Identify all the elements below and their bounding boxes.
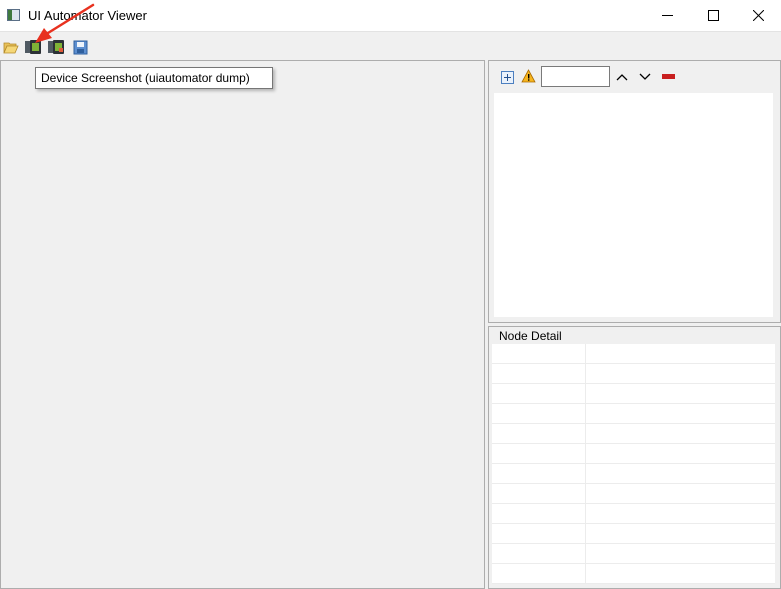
node-detail-key-cell [492, 444, 586, 463]
node-detail-row[interactable] [492, 424, 775, 444]
node-detail-key-cell [492, 424, 586, 443]
node-detail-row[interactable] [492, 524, 775, 544]
minimize-icon [661, 14, 673, 16]
app-icon [7, 9, 20, 21]
annotation-arrow [35, 3, 95, 43]
node-detail-key-cell [492, 484, 586, 503]
node-detail-key-cell [492, 404, 586, 423]
node-detail-table[interactable] [492, 344, 775, 584]
expand-all-icon [500, 70, 514, 84]
node-detail-value-cell [586, 464, 775, 483]
maximize-icon [707, 9, 719, 21]
clear-search-button[interactable] [659, 68, 677, 86]
open-button[interactable] [2, 38, 20, 56]
node-detail-value-cell [586, 544, 775, 563]
node-detail-key-cell [492, 524, 586, 543]
minimize-button[interactable] [644, 0, 690, 30]
node-detail-title: Node Detail [499, 329, 562, 343]
node-detail-row[interactable] [492, 384, 775, 404]
node-detail-key-cell [492, 464, 586, 483]
hierarchy-tree[interactable] [494, 93, 773, 317]
warning-icon [520, 69, 536, 83]
node-detail-value-cell [586, 384, 775, 403]
next-result-button[interactable] [636, 68, 654, 86]
node-detail-row[interactable] [492, 484, 775, 504]
search-input[interactable] [541, 66, 610, 87]
screenshot-panel[interactable] [0, 60, 485, 589]
chevron-down-icon [639, 73, 651, 80]
node-detail-key-cell [492, 344, 586, 363]
title-bar: UI Automator Viewer [0, 0, 781, 32]
tooltip: Device Screenshot (uiautomator dump) [35, 67, 273, 89]
node-detail-key-cell [492, 364, 586, 383]
node-detail-row[interactable] [492, 404, 775, 424]
node-detail-row[interactable] [492, 464, 775, 484]
node-detail-row[interactable] [492, 544, 775, 564]
toggle-nag-button[interactable] [519, 67, 537, 85]
node-detail-row[interactable] [492, 504, 775, 524]
node-detail-value-cell [586, 524, 775, 543]
maximize-button[interactable] [690, 0, 736, 30]
chevron-up-icon [616, 74, 628, 81]
expand-all-button[interactable] [498, 68, 516, 86]
clear-icon [661, 74, 675, 79]
node-detail-key-cell [492, 564, 586, 583]
node-detail-value-cell [586, 364, 775, 383]
node-detail-row[interactable] [492, 364, 775, 384]
close-button[interactable] [735, 0, 781, 30]
main-toolbar [0, 36, 781, 58]
node-detail-value-cell [586, 504, 775, 523]
node-detail-key-cell [492, 544, 586, 563]
node-detail-value-cell [586, 564, 775, 583]
node-detail-row[interactable] [492, 564, 775, 584]
previous-result-button[interactable] [613, 68, 631, 86]
node-detail-row[interactable] [492, 444, 775, 464]
node-detail-key-cell [492, 384, 586, 403]
node-detail-value-cell [586, 344, 775, 363]
folder-open-icon [3, 42, 19, 54]
close-icon [752, 9, 764, 21]
node-detail-row[interactable] [492, 344, 775, 364]
node-detail-value-cell [586, 424, 775, 443]
node-detail-key-cell [492, 504, 586, 523]
node-detail-value-cell [586, 484, 775, 503]
node-detail-value-cell [586, 404, 775, 423]
node-detail-value-cell [586, 444, 775, 463]
